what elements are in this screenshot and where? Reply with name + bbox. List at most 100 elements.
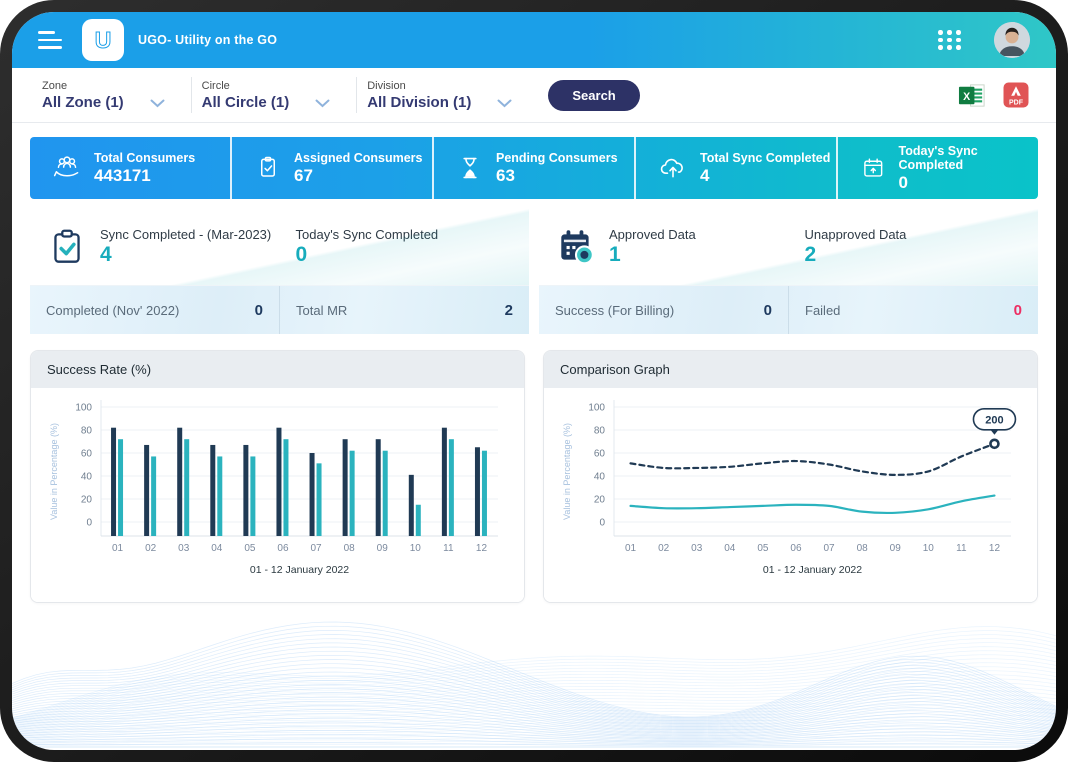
chevron-down-icon [150, 99, 165, 108]
chevron-down-icon [497, 99, 512, 108]
svg-text:06: 06 [790, 543, 802, 554]
svg-text:60: 60 [593, 448, 605, 459]
svg-text:02: 02 [658, 543, 670, 554]
approved-data-stat: Approved Data 1 [539, 226, 789, 268]
svg-text:40: 40 [80, 471, 92, 482]
avatar-image [994, 22, 1030, 58]
svg-text:Value in Percentage (%): Value in Percentage (%) [562, 423, 572, 520]
stat-label: Unapproved Data [805, 227, 907, 242]
svg-text:09: 09 [889, 543, 901, 554]
zone-dropdown[interactable]: Zone All Zone (1) [38, 80, 185, 111]
stat-value: 63 [496, 166, 618, 186]
division-dropdown[interactable]: Division All Division (1) [363, 80, 532, 111]
chart-title: Success Rate (%) [31, 351, 524, 388]
svg-text:07: 07 [823, 543, 835, 554]
svg-text:X: X [963, 90, 970, 102]
calendar-sync-icon [860, 154, 887, 182]
svg-text:0: 0 [86, 517, 92, 528]
svg-text:09: 09 [376, 543, 388, 554]
stat-value: 0 [296, 243, 439, 267]
svg-text:08: 08 [856, 543, 868, 554]
svg-text:100: 100 [75, 402, 92, 413]
svg-text:11: 11 [443, 543, 454, 554]
svg-text:12: 12 [988, 543, 1000, 554]
search-button[interactable]: Search [548, 80, 639, 111]
stat-value: 4 [100, 243, 271, 267]
svg-text:200: 200 [985, 414, 1003, 426]
svg-text:03: 03 [178, 543, 190, 554]
svg-text:20: 20 [593, 494, 605, 505]
svg-text:80: 80 [80, 425, 92, 436]
circle-value: All Circle (1) [202, 94, 290, 111]
stat-total-consumers: Total Consumers 443171 [30, 137, 232, 199]
svg-text:02: 02 [145, 543, 157, 554]
zone-value: All Zone (1) [42, 94, 124, 111]
stat-pending-consumers: Pending Consumers 63 [434, 137, 636, 199]
decorative-wave-pattern [12, 615, 1056, 750]
svg-text:Value in Percentage (%): Value in Percentage (%) [49, 423, 59, 520]
cell-label: Success (For Billing) [555, 303, 674, 318]
hamburger-menu-icon[interactable] [38, 31, 62, 49]
total-mr-cell: Total MR 2 [279, 286, 529, 334]
svg-text:20: 20 [80, 494, 92, 505]
stat-value: 4 [700, 166, 830, 186]
stat-label: Sync Completed - (Mar-2023) [100, 227, 271, 242]
svg-text:01 - 12 January 2022: 01 - 12 January 2022 [249, 564, 348, 576]
stat-value: 1 [609, 243, 696, 267]
charts-row: Success Rate (%) 020406080100Value in Pe… [30, 350, 1038, 603]
svg-text:01 - 12 January 2022: 01 - 12 January 2022 [762, 564, 861, 576]
svg-text:100: 100 [588, 402, 605, 413]
svg-text:06: 06 [277, 543, 289, 554]
filter-bar: Zone All Zone (1) Circle All Circle (1) … [12, 68, 1056, 123]
success-rate-bar-chart: 020406080100Value in Percentage (%)01020… [43, 393, 513, 598]
svg-text:05: 05 [244, 543, 256, 554]
excel-export-icon[interactable]: X [957, 81, 988, 110]
failed-cell: Failed 0 [788, 286, 1038, 334]
pdf-export-icon[interactable]: PDF [1002, 81, 1030, 109]
app-logo: U [82, 19, 124, 61]
stat-label: Total Consumers [94, 151, 195, 165]
svg-text:01: 01 [624, 543, 636, 554]
dashboard-content: Total Consumers 443171 Assigned Consumer… [12, 123, 1056, 603]
comparison-graph-card: Comparison Graph 020406080100Value in Pe… [543, 350, 1038, 603]
svg-text:80: 80 [593, 425, 605, 436]
stat-label: Today's Sync Completed [296, 227, 439, 242]
stat-total-sync: Total Sync Completed 4 [636, 137, 838, 199]
stat-label: Assigned Consumers [294, 151, 423, 165]
stat-value: 0 [899, 173, 1038, 193]
cell-label: Failed [805, 303, 840, 318]
todays-sync-stat: Today's Sync Completed 0 [280, 227, 530, 267]
division-value: All Division (1) [367, 94, 471, 111]
stat-value: 443171 [94, 166, 195, 186]
logo-letter: U [95, 27, 112, 54]
svg-text:0: 0 [599, 517, 605, 528]
svg-text:05: 05 [757, 543, 769, 554]
svg-text:40: 40 [593, 471, 605, 482]
clipboard-check-icon [254, 154, 282, 182]
consumers-hand-icon [52, 153, 82, 183]
division-label: Division [367, 80, 471, 92]
cell-label: Completed (Nov' 2022) [46, 303, 179, 318]
user-avatar[interactable] [994, 22, 1030, 58]
stat-assigned-consumers: Assigned Consumers 67 [232, 137, 434, 199]
stat-label: Today's Sync Completed [899, 144, 1038, 172]
cell-value: 0 [764, 302, 772, 319]
svg-text:03: 03 [691, 543, 703, 554]
svg-text:07: 07 [310, 543, 322, 554]
cell-value: 0 [1014, 302, 1022, 319]
tablet-frame: U UGO- Utility on the GO [0, 0, 1068, 762]
svg-text:01: 01 [111, 543, 123, 554]
apps-grid-icon[interactable] [938, 30, 962, 50]
billing-summary-strip: Success (For Billing) 0 Failed 0 [539, 285, 1038, 334]
completed-nov-cell: Completed (Nov' 2022) 0 [30, 286, 279, 334]
clipboard-check-icon [46, 226, 88, 268]
app-header: U UGO- Utility on the GO [12, 12, 1056, 68]
circle-dropdown[interactable]: Circle All Circle (1) [198, 80, 351, 111]
divider [191, 77, 192, 113]
sync-completed-stat: Sync Completed - (Mar-2023) 4 [30, 226, 280, 268]
divider [356, 77, 357, 113]
calendar-approved-icon [555, 226, 597, 268]
stat-value: 2 [805, 243, 907, 267]
stat-label: Pending Consumers [496, 151, 618, 165]
cell-label: Total MR [296, 303, 347, 318]
